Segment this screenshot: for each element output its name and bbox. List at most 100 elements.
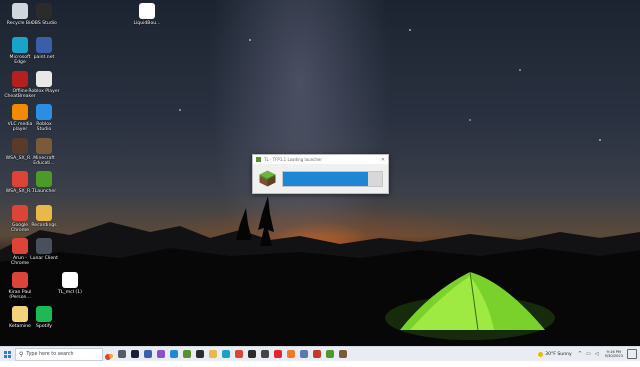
spotify-icon: [36, 306, 52, 322]
taskbar-app[interactable]: [258, 348, 271, 361]
desktop-icon-label: TL_mcl (1): [58, 290, 82, 295]
sun-icon: [538, 351, 544, 357]
obs-studio-icon: [36, 3, 52, 19]
tlauncher-icon: [325, 350, 334, 358]
desktop-icon[interactable]: Roblox Player: [27, 71, 61, 94]
taskbar-app[interactable]: [232, 348, 245, 361]
desktop-icon-label: Recordings: [31, 223, 57, 228]
desktop-icon-label: OBS Studio: [31, 21, 57, 26]
window-titlebar[interactable]: TL - TFP1.1 Loading launcher ✕: [253, 155, 388, 164]
roblox-icon: [260, 350, 269, 358]
roblox-player-icon: [36, 71, 52, 87]
desktop-icon-label: Minecraft Educati...: [33, 156, 55, 167]
desktop-icon[interactable]: Recordings: [27, 205, 61, 228]
desktop-icon-label: paint.net: [33, 55, 55, 60]
desktop-icon[interactable]: paint.net: [27, 37, 61, 60]
desktop-icon[interactable]: Minecraft Educati...: [27, 138, 61, 167]
desktop-icon-label: Spotify: [36, 324, 52, 329]
java-icon: [299, 350, 308, 358]
loading-progress-bar: [282, 171, 383, 187]
system-tray: 30°F Sunny ^ ▭ ◁ 9:16 PM 5/30/2023: [538, 347, 640, 361]
taskbar-app[interactable]: [219, 348, 232, 361]
minecraft-dungeons-icon: [143, 350, 152, 358]
tlauncher-icon: [36, 171, 52, 187]
desktop-icon[interactable]: TL_mcl (1): [53, 272, 87, 295]
desktop-icon-label: LiquidBou...: [133, 21, 161, 26]
visual-studio-icon: [156, 350, 165, 358]
grass-block-icon: [259, 170, 276, 187]
window-title: TL - TFP1.1 Loading launcher: [264, 157, 322, 162]
desktop-icon-label: TLauncher: [31, 189, 57, 194]
news-widget-icon[interactable]: [103, 348, 115, 360]
cheatbreaker-icon: [12, 71, 28, 87]
desktop-icon[interactable]: Roblox Studio: [27, 104, 61, 133]
obs-icon: [247, 350, 256, 358]
taskbar-app[interactable]: [310, 348, 323, 361]
weather-widget[interactable]: 30°F Sunny: [538, 351, 572, 357]
network-icon[interactable]: ▭: [586, 351, 591, 357]
edge-icon: [12, 37, 28, 53]
task-view-icon: [117, 350, 126, 358]
terminal-icon: [195, 350, 204, 358]
chrome-profile-icon: [12, 272, 28, 288]
folder-icon: [36, 205, 52, 221]
chevron-up-icon[interactable]: ^: [578, 351, 582, 357]
app-icon: [312, 350, 321, 358]
taskbar-app[interactable]: [271, 348, 284, 361]
desktop-icon[interactable]: Kiran Paul (Person...: [3, 272, 37, 301]
desktop-icon[interactable]: TLauncher: [27, 171, 61, 194]
java-file-icon: [62, 272, 78, 288]
cortana-icon: [130, 350, 139, 358]
taskbar-app[interactable]: [154, 348, 167, 361]
notification-center-icon[interactable]: [627, 349, 637, 359]
taskbar-app[interactable]: [297, 348, 310, 361]
file-explorer-icon: [208, 350, 217, 358]
weather-text: 30°F Sunny: [545, 351, 572, 357]
taskbar-search-box[interactable]: ⚲ Type here to search: [15, 347, 103, 361]
taskbar-app[interactable]: [284, 348, 297, 361]
chrome-icon: [12, 171, 28, 187]
taskbar-apps: [115, 348, 349, 361]
taskbar-app[interactable]: [167, 348, 180, 361]
desktop-icon[interactable]: Spotify: [27, 306, 61, 329]
taskbar: ⚲ Type here to search 30°F Sunny ^ ▭ ◁ 9…: [0, 346, 640, 361]
volume-icon[interactable]: ◁: [595, 351, 599, 357]
taskbar-app[interactable]: [193, 348, 206, 361]
minecraft-launcher-icon: [338, 350, 347, 358]
desktop-icon-label: Roblox Player: [28, 89, 60, 94]
clock-date: 5/30/2023: [604, 354, 623, 358]
taskbar-app[interactable]: [141, 348, 154, 361]
search-placeholder: Type here to search: [26, 351, 74, 357]
opera-icon: [273, 350, 282, 358]
taskbar-app[interactable]: [336, 348, 349, 361]
clock[interactable]: 9:16 PM 5/30/2023: [605, 350, 623, 359]
taskbar-app[interactable]: [115, 348, 128, 361]
start-button[interactable]: [0, 347, 14, 361]
taskbar-app[interactable]: [128, 348, 141, 361]
close-button[interactable]: ✕: [378, 157, 388, 163]
chrome-icon: [234, 350, 243, 358]
file-icon: [12, 306, 28, 322]
taskbar-app[interactable]: [323, 348, 336, 361]
tlauncher-loading-window[interactable]: TL - TFP1.1 Loading launcher ✕: [252, 154, 389, 194]
taskbar-app[interactable]: [180, 348, 193, 361]
search-icon: ⚲: [19, 350, 24, 358]
taskbar-app[interactable]: [245, 348, 258, 361]
desktop-icon-label: Lunar Client: [30, 256, 58, 261]
desktop-icon-label: Kiran Paul (Person...: [8, 290, 32, 301]
paint-net-icon: [36, 37, 52, 53]
minecraft-education-icon: [36, 138, 52, 154]
tlauncher-small-icon: [256, 157, 261, 162]
desktop: Recycle Bin OBS Studio LiquidBou... Microso…: [0, 0, 640, 346]
minecraft-icon: [182, 350, 191, 358]
desktop-icon[interactable]: Lunar Client: [27, 238, 61, 261]
taskbar-app[interactable]: [206, 348, 219, 361]
wsa-icon: [12, 138, 28, 154]
progress-fill: [283, 172, 369, 186]
chat-icon: [286, 350, 295, 358]
java-file-icon: [139, 3, 155, 19]
chrome-profile-icon: [12, 238, 28, 254]
desktop-icon[interactable]: LiquidBou...: [130, 3, 164, 26]
windows-logo-icon: [3, 350, 11, 358]
desktop-icon[interactable]: OBS Studio: [27, 3, 61, 26]
